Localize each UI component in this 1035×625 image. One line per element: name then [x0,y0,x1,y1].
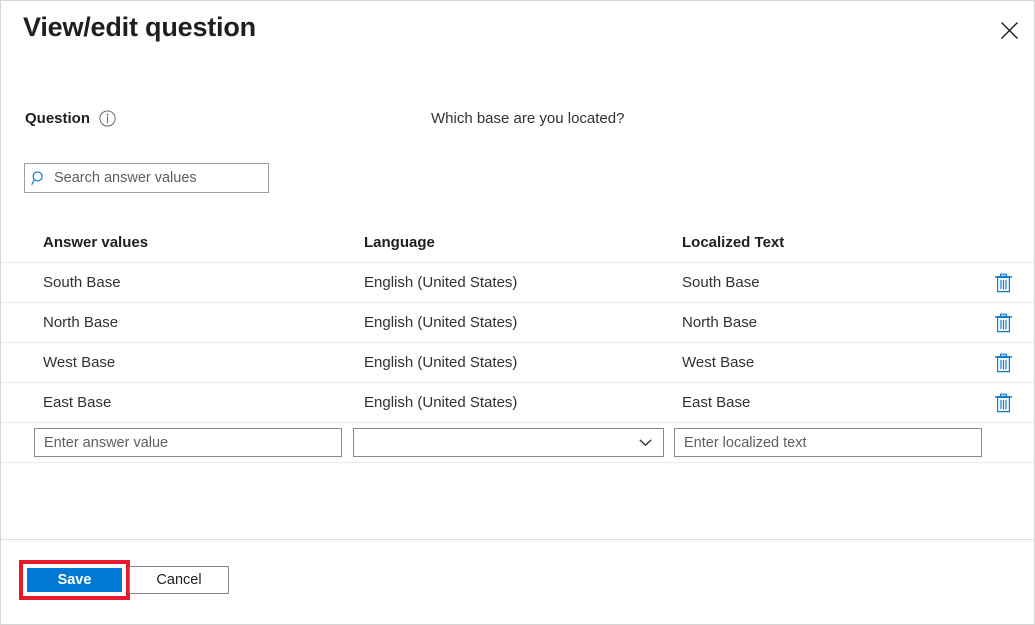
new-answer-entry-row [1,423,1034,463]
column-header-localized-text: Localized Text [682,223,972,263]
cell-localized-text: North Base [682,303,972,343]
info-icon[interactable] [99,110,116,127]
chevron-down-icon [638,435,653,450]
delete-row-button[interactable] [992,352,1014,374]
cell-localized-text: East Base [682,383,972,423]
cell-language: English (United States) [364,343,674,383]
table-header-row: Answer values Language Localized Text [1,223,1034,263]
new-localized-text-input[interactable] [674,428,982,457]
cell-answer-value: South Base [43,263,353,303]
table-row: West Base English (United States) West B… [1,343,1034,383]
cancel-button[interactable]: Cancel [129,566,229,594]
delete-row-button[interactable] [992,392,1014,414]
panel-footer: Save Cancel [1,539,1034,624]
close-button[interactable] [988,9,1030,51]
trash-icon [994,313,1013,333]
table-row: East Base English (United States) East B… [1,383,1034,423]
question-label: Question [25,107,90,131]
column-header-language: Language [364,223,674,263]
table-row: South Base English (United States) South… [1,263,1034,303]
cell-answer-value: North Base [43,303,353,343]
save-button[interactable]: Save [27,568,122,592]
cell-language: English (United States) [364,303,674,343]
cell-language: English (United States) [364,383,674,423]
search-box[interactable] [24,163,269,193]
trash-icon [994,273,1013,293]
view-edit-question-panel: View/edit question Question Which base a… [0,0,1035,625]
page-title: View/edit question [23,12,256,43]
cell-answer-value: West Base [43,343,353,383]
cell-localized-text: West Base [682,343,972,383]
question-value: Which base are you located? [431,107,624,131]
trash-icon [994,353,1013,373]
trash-icon [994,393,1013,413]
search-icon [31,170,47,186]
cell-answer-value: East Base [43,383,353,423]
column-header-answer-values: Answer values [43,223,353,263]
search-input[interactable] [54,170,262,186]
close-icon [1000,21,1019,40]
question-row: Question Which base are you located? [1,107,1034,131]
delete-row-button[interactable] [992,312,1014,334]
new-answer-value-input[interactable] [34,428,342,457]
panel-header: View/edit question [1,1,1034,63]
answer-values-table: Answer values Language Localized Text So… [1,223,1034,463]
delete-row-button[interactable] [992,272,1014,294]
table-row: North Base English (United States) North… [1,303,1034,343]
language-dropdown[interactable] [353,428,664,457]
cell-localized-text: South Base [682,263,972,303]
cell-language: English (United States) [364,263,674,303]
